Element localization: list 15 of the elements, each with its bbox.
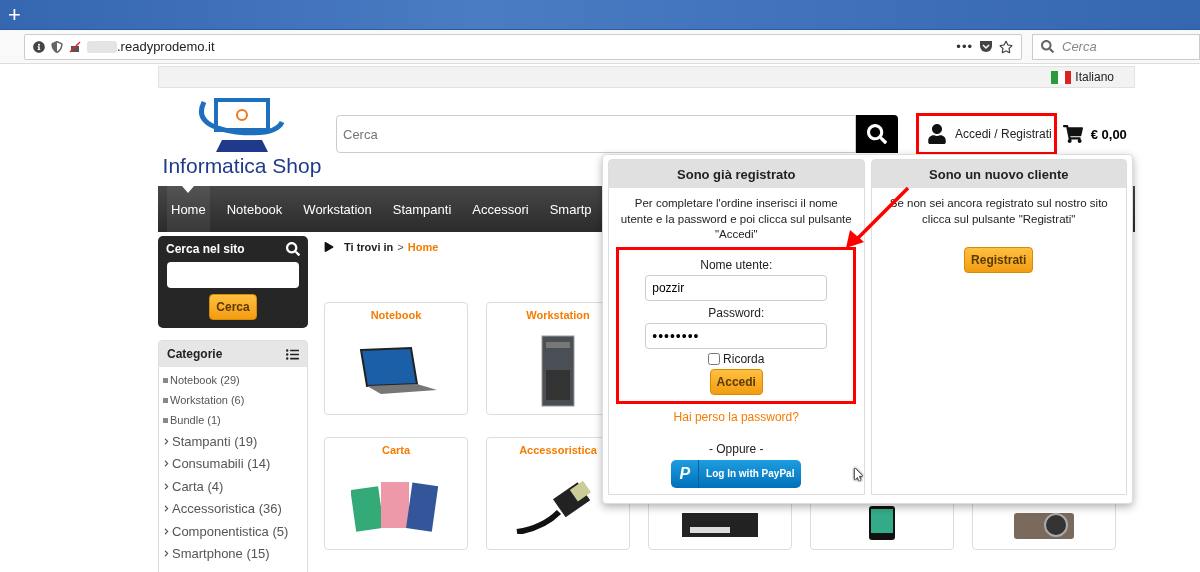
cart-total: € 0,00 bbox=[1090, 126, 1127, 142]
logo-text: Informatica Shop bbox=[162, 154, 322, 178]
or-separator: - Oppure - bbox=[708, 441, 764, 456]
field-label: Nome utente: bbox=[700, 257, 773, 272]
breadcrumb-label: Ti trovi in bbox=[344, 241, 394, 253]
checkbox-label: Ricorda bbox=[723, 351, 765, 366]
panel-title: Categorie bbox=[167, 347, 223, 361]
panel-title: Cerca nel sito bbox=[166, 242, 245, 256]
search-placeholder: Cerca bbox=[1062, 39, 1097, 54]
field-label: Password: bbox=[708, 305, 765, 320]
instruction-text: Per completare l'ordine inserisci il nome utente e la password e poi clicca sul pulsante "Accedi" bbox=[619, 196, 853, 243]
breadcrumb-separator: > bbox=[397, 241, 404, 253]
column-header: Sono un nuovo cliente bbox=[871, 160, 1126, 188]
column-header: Sono già registrato bbox=[609, 160, 864, 188]
url-text: .readyprodemo.it bbox=[117, 39, 215, 54]
